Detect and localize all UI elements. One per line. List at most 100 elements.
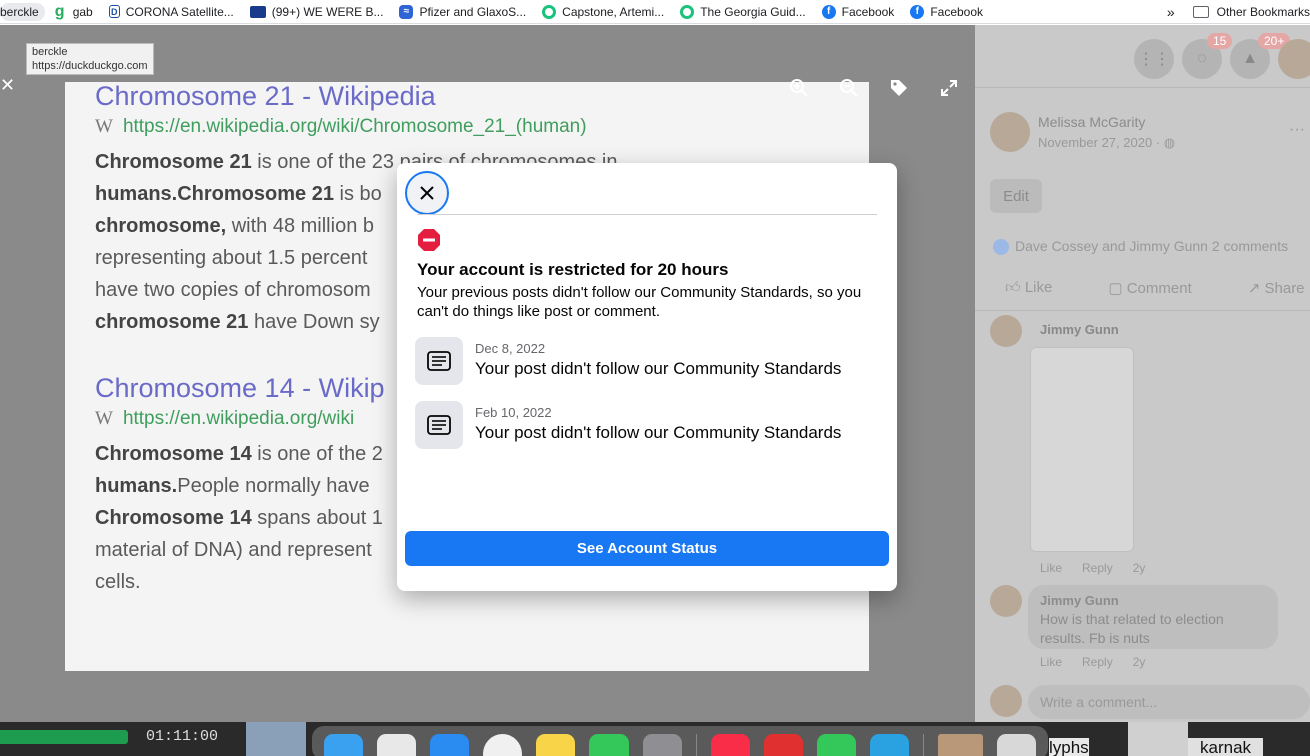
- post-icon: [415, 337, 463, 385]
- menu-grid-icon[interactable]: ⋮⋮: [1134, 39, 1174, 79]
- bookmark-label: Capstone, Artemi...: [562, 4, 665, 19]
- dock-separator: [923, 734, 924, 756]
- commenter-avatar[interactable]: [990, 585, 1022, 617]
- notes-icon[interactable]: [536, 734, 576, 756]
- launchpad-icon[interactable]: [377, 734, 417, 756]
- dialog-title: Your account is restricted for 20 hours: [417, 260, 729, 279]
- close-button[interactable]: [405, 171, 449, 215]
- result-title: Chromosome 21 - Wikipedia: [95, 81, 436, 111]
- bookmark-facebook-2[interactable]: f Facebook: [910, 4, 983, 19]
- tooltip-title: berckle: [32, 46, 68, 58]
- safari-icon[interactable]: [430, 734, 470, 756]
- snippet-bold: humans.Chromosome 21: [95, 183, 334, 205]
- snippet-bold: Chromosome 21: [95, 151, 252, 173]
- settings-icon[interactable]: [642, 734, 682, 756]
- viewer-toolbar: [788, 77, 960, 99]
- reactions-text: Dave Cossey and Jimmy Gunn 2 comments: [1015, 238, 1289, 254]
- desktop-thumbnail: [1128, 722, 1188, 756]
- bookmarks-right: » Other Bookmarks: [1158, 0, 1310, 23]
- tooltip-url: https://duckduckgo.com: [32, 60, 148, 72]
- taskbar: 01:11:00 lyphs karnak: [0, 722, 1310, 756]
- snippet-bold: Chromosome 14: [95, 443, 252, 465]
- window-thumbnail[interactable]: [246, 722, 306, 756]
- wikipedia-icon: W: [95, 408, 113, 429]
- corona-icon: D: [108, 5, 120, 18]
- comment-bubble: Jimmy Gunn How is that related to electi…: [1028, 585, 1278, 649]
- bookmark-berckle[interactable]: berckle: [0, 2, 45, 21]
- comment-age: 2y: [1132, 655, 1146, 669]
- snippet-bold: chromosome 21: [95, 311, 249, 333]
- violation-item[interactable]: Feb 10, 2022 Your post didn't follow our…: [415, 401, 885, 449]
- snippet-text: is one of the 2: [251, 443, 383, 465]
- divider: [975, 310, 1310, 311]
- dialog-description: Your previous posts didn't follow our Co…: [417, 284, 862, 320]
- document-thumbnail[interactable]: [996, 734, 1037, 756]
- zoom-out-icon[interactable]: [838, 77, 860, 99]
- like-button[interactable]: 👍︎ Like: [1005, 279, 1052, 297]
- comment-like-link[interactable]: Like: [1040, 561, 1062, 575]
- reactions-summary[interactable]: Dave Cossey and Jimmy Gunn 2 comments: [993, 238, 1289, 256]
- more-options-icon[interactable]: ···: [1289, 121, 1305, 139]
- bookmark-facebook-1[interactable]: f Facebook: [821, 4, 894, 19]
- snippet-bold: Chromosome 14: [95, 507, 252, 529]
- viewer-close-icon[interactable]: ✕: [0, 75, 15, 96]
- commenter-name[interactable]: Jimmy Gunn: [1040, 591, 1266, 610]
- restriction-dialog: Your account is restricted for 20 hours …: [397, 163, 897, 591]
- comment-like-link[interactable]: Like: [1040, 655, 1062, 669]
- uk-flag-icon: [249, 5, 266, 18]
- messages-icon[interactable]: [589, 734, 629, 756]
- comment-meta: Like Reply 2y: [1040, 655, 1145, 669]
- profile-avatar[interactable]: [1278, 39, 1310, 79]
- like-reaction-icon: [993, 239, 1009, 256]
- desktop-label: karnak: [1188, 738, 1264, 756]
- fullscreen-icon[interactable]: [938, 77, 960, 99]
- comment-input[interactable]: Write a comment...: [1028, 685, 1310, 719]
- result-url-text: https://en.wikipedia.org/wiki/Chromosome…: [122, 116, 587, 137]
- bookmark-capstone[interactable]: Capstone, Artemi...: [542, 4, 665, 19]
- violation-date: Dec 8, 2022: [475, 341, 546, 356]
- globe-icon: ◍: [1163, 135, 1176, 150]
- bookmark-georgia[interactable]: The Georgia Guid...: [680, 4, 806, 19]
- bookmark-corona[interactable]: D CORONA Satellite...: [108, 5, 234, 19]
- bookmark-gab[interactable]: g gab: [53, 3, 93, 20]
- bookmark-label: (99+) WE WERE B...: [271, 4, 384, 19]
- comment-meta: Like Reply 2y: [1040, 561, 1145, 575]
- desktop-label: lyphs: [1049, 738, 1089, 756]
- messenger-badge: 15: [1207, 33, 1233, 49]
- comment-button[interactable]: ▢ Comment: [1108, 279, 1191, 297]
- facebook-icon: f: [910, 4, 925, 19]
- commenter-name[interactable]: Jimmy Gunn: [1040, 322, 1119, 337]
- telegram-icon[interactable]: [869, 734, 910, 756]
- chrome-icon[interactable]: [483, 734, 523, 756]
- comment-reply-link[interactable]: Reply: [1082, 561, 1113, 575]
- author-avatar[interactable]: [990, 112, 1030, 152]
- tag-icon[interactable]: [888, 77, 910, 99]
- bookmark-we-were[interactable]: (99+) WE WERE B...: [249, 4, 384, 19]
- bookmark-pfizer[interactable]: ≈ Pfizer and GlaxoS...: [399, 4, 527, 19]
- see-account-status-button[interactable]: See Account Status: [405, 531, 889, 566]
- snippet-bold: chromosome,: [95, 215, 227, 237]
- photo-thumbnail[interactable]: [938, 734, 983, 756]
- link-tooltip: berckle https://duckduckgo.com: [26, 43, 154, 75]
- news-icon[interactable]: [763, 734, 803, 756]
- edit-button[interactable]: Edit: [990, 179, 1042, 213]
- music-icon[interactable]: [710, 734, 750, 756]
- zoom-in-icon[interactable]: [788, 77, 810, 99]
- comment-screenshot-image[interactable]: [1030, 347, 1134, 552]
- facetime-icon[interactable]: [816, 734, 856, 756]
- finder-icon[interactable]: [324, 734, 364, 756]
- author-name[interactable]: Melissa McGarity: [1038, 114, 1145, 130]
- like-label: Like: [1024, 279, 1053, 296]
- bookmarks-bar: berckle g gab D CORONA Satellite... (99+…: [0, 0, 1310, 24]
- commenter-avatar[interactable]: [990, 315, 1022, 347]
- bookmarks-overflow-button[interactable]: »: [1167, 4, 1175, 20]
- comment-reply-link[interactable]: Reply: [1082, 655, 1113, 669]
- snippet-text: cells.: [95, 571, 141, 593]
- bookmark-label: Pfizer and GlaxoS...: [419, 4, 527, 19]
- share-button[interactable]: ↗ Share: [1248, 279, 1305, 297]
- other-bookmarks[interactable]: Other Bookmarks: [1217, 5, 1310, 19]
- violation-item[interactable]: Dec 8, 2022 Your post didn't follow our …: [415, 337, 885, 385]
- dialog-divider: [417, 214, 877, 215]
- share-label: Share: [1264, 280, 1305, 297]
- violation-date: Feb 10, 2022: [475, 405, 552, 420]
